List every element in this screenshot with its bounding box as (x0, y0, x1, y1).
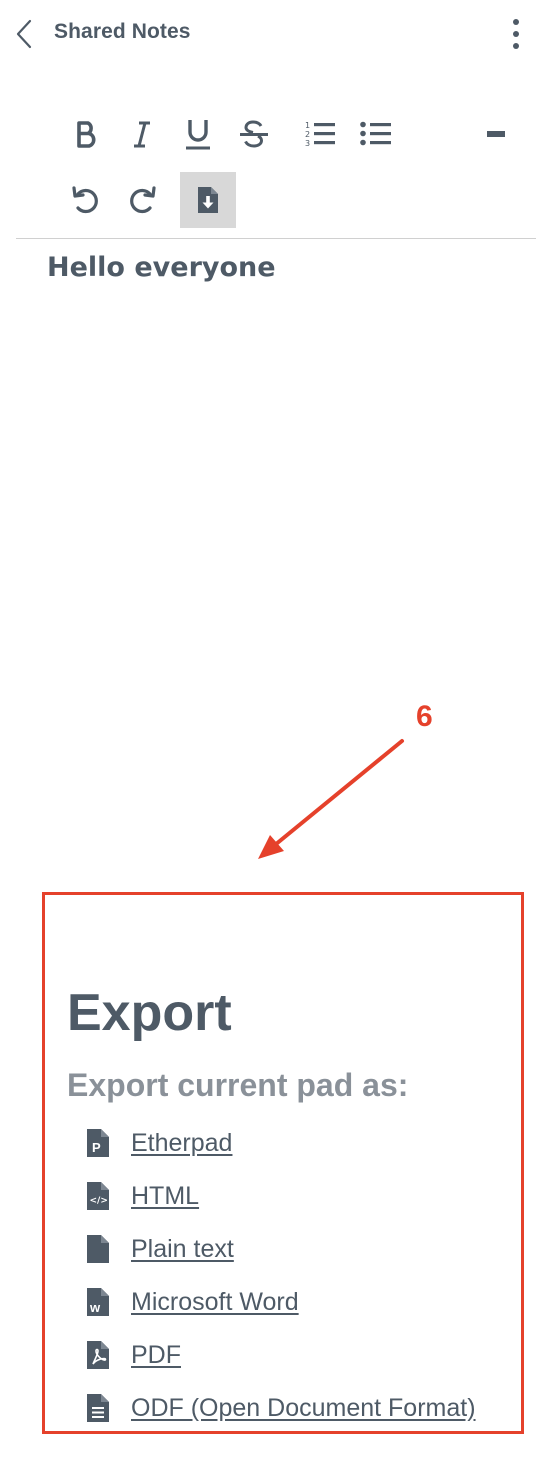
export-subtitle: Export current pad as: (67, 1067, 409, 1103)
more-options-button[interactable] (500, 14, 532, 54)
redo-button[interactable] (117, 175, 167, 225)
html-file-icon: </> (87, 1182, 109, 1210)
underline-button[interactable] (173, 109, 223, 159)
svg-text:1: 1 (305, 121, 310, 130)
page-title: Shared Notes (54, 20, 191, 43)
header: Shared Notes (0, 0, 556, 68)
export-link-odf[interactable]: ODF (Open Document Format) (131, 1394, 476, 1423)
export-item-pdf[interactable]: PDF (85, 1335, 181, 1375)
underline-icon (186, 120, 210, 150)
chevron-left-icon (16, 19, 32, 49)
unordered-list-icon (360, 121, 391, 146)
ordered-list-icon: 1 2 3 (305, 121, 335, 148)
italic-icon (134, 121, 150, 148)
step-number-label: 6 (416, 700, 433, 733)
export-link-pdf[interactable]: PDF (131, 1341, 181, 1370)
svg-text:w: w (89, 1300, 101, 1315)
export-button[interactable] (180, 172, 236, 228)
export-title: Export (67, 984, 232, 1042)
file-export-icon (198, 187, 218, 213)
unordered-list-button[interactable] (351, 109, 401, 159)
minimize-button[interactable] (472, 109, 522, 159)
back-button[interactable] (10, 16, 40, 52)
annotation-arrow-icon (258, 739, 404, 859)
ordered-list-button[interactable]: 1 2 3 (295, 109, 345, 159)
word-file-icon: w (87, 1288, 109, 1316)
odf-file-icon (87, 1394, 109, 1422)
italic-button[interactable] (117, 109, 167, 159)
etherpad-file-icon: P (87, 1129, 109, 1157)
export-item-word[interactable]: w Microsoft Word (85, 1282, 299, 1322)
strikethrough-button[interactable] (229, 109, 279, 159)
pad-content[interactable]: Hello everyone (47, 252, 276, 283)
svg-text:</>: </> (90, 1196, 108, 1206)
undo-icon (72, 186, 98, 214)
export-item-html[interactable]: </> HTML (85, 1176, 199, 1216)
export-link-etherpad[interactable]: Etherpad (131, 1129, 232, 1158)
redo-icon (130, 186, 156, 214)
export-item-plain-text[interactable]: Plain text (85, 1229, 234, 1269)
pdf-file-icon (87, 1341, 109, 1369)
more-vertical-icon (513, 19, 519, 49)
undo-button[interactable] (61, 175, 111, 225)
strikethrough-icon (240, 120, 268, 148)
export-link-plain-text[interactable]: Plain text (131, 1235, 234, 1264)
export-link-word[interactable]: Microsoft Word (131, 1288, 299, 1317)
bold-button[interactable] (61, 109, 111, 159)
export-panel: Export Export current pad as: P Etherpad… (42, 892, 524, 1434)
export-link-html[interactable]: HTML (131, 1182, 199, 1211)
text-file-icon (87, 1235, 109, 1263)
svg-text:2: 2 (305, 130, 310, 139)
export-item-etherpad[interactable]: P Etherpad (85, 1123, 232, 1163)
svg-text:3: 3 (305, 139, 310, 148)
export-item-odf[interactable]: ODF (Open Document Format) (85, 1388, 476, 1428)
svg-text:P: P (92, 1140, 101, 1155)
bold-icon (77, 121, 96, 148)
minimize-icon (487, 131, 505, 137)
toolbar-divider (16, 238, 536, 239)
